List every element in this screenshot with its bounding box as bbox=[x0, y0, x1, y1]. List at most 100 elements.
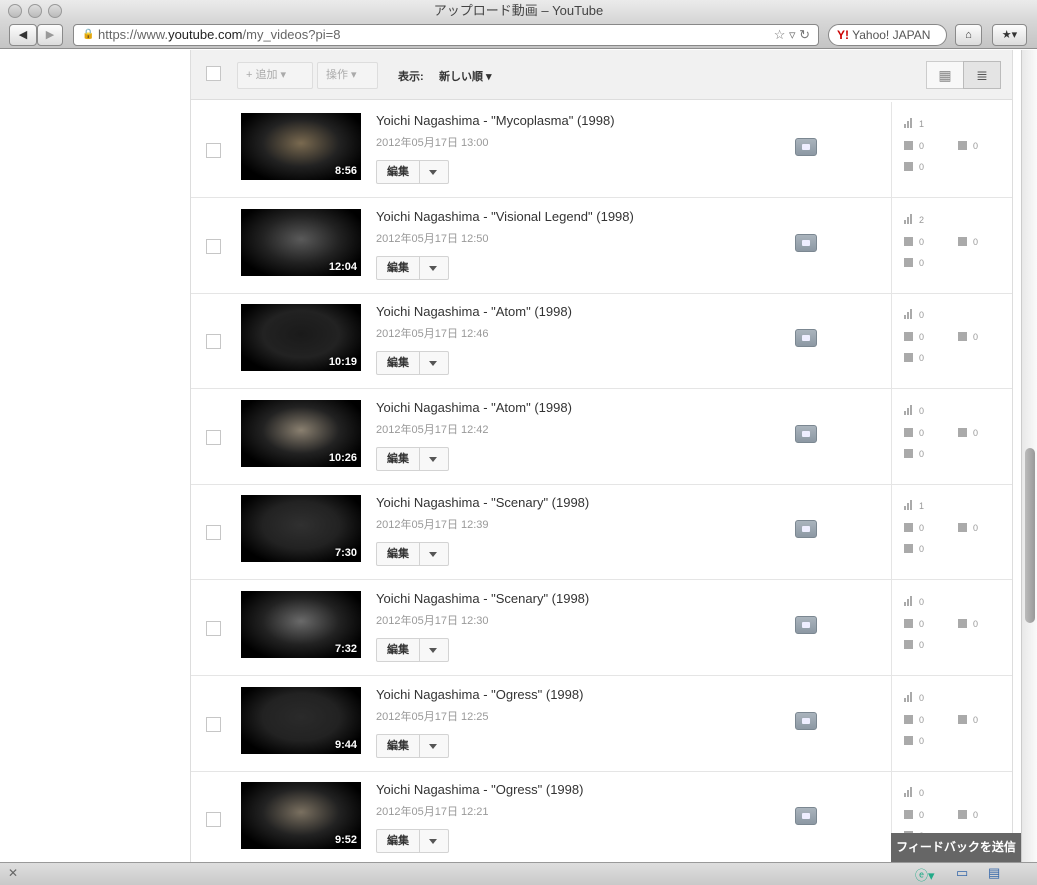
list-view-button[interactable]: ≣ bbox=[963, 61, 1001, 89]
video-thumbnail[interactable]: 9:52 bbox=[241, 782, 361, 850]
zoom-window-button[interactable] bbox=[48, 4, 62, 18]
forward-button[interactable]: ▶ bbox=[37, 24, 63, 46]
close-status-icon[interactable]: ✕ bbox=[8, 866, 18, 880]
video-row: 12:04 Yoichi Nagashima - "Visional Legen… bbox=[191, 197, 1012, 294]
video-title[interactable]: Yoichi Nagashima - "Mycoplasma" (1998) bbox=[376, 113, 615, 128]
video-title[interactable]: Yoichi Nagashima - "Ogress" (1998) bbox=[376, 687, 583, 702]
grid-view-button[interactable]: ▦ bbox=[926, 61, 964, 89]
comment-icon bbox=[904, 257, 913, 267]
edit-dropdown-icon[interactable] bbox=[429, 648, 437, 653]
video-title[interactable]: Yoichi Nagashima - "Ogress" (1998) bbox=[376, 782, 583, 797]
edit-dropdown-icon[interactable] bbox=[429, 743, 437, 749]
views-stat: 0 bbox=[904, 597, 924, 607]
views-stat: 0 bbox=[904, 693, 924, 703]
video-stats: 0 0 0 0 bbox=[891, 388, 1012, 484]
dislikes-stat: 0 bbox=[958, 619, 978, 629]
video-row: 10:19 Yoichi Nagashima - "Atom" (1998) 2… bbox=[191, 293, 1012, 390]
actions-label: 操作 bbox=[326, 69, 348, 81]
video-title[interactable]: Yoichi Nagashima - "Atom" (1998) bbox=[376, 400, 572, 415]
views-count: 0 bbox=[919, 692, 925, 703]
video-title[interactable]: Yoichi Nagashima - "Atom" (1998) bbox=[376, 304, 572, 319]
edit-dropdown-icon[interactable] bbox=[429, 552, 437, 558]
ie-tab-icon[interactable]: ⓔ▾ bbox=[915, 865, 935, 884]
comments-stat: 0 bbox=[904, 735, 924, 746]
likes-count: 0 bbox=[919, 236, 925, 247]
views-stat: 0 bbox=[904, 788, 924, 798]
edit-button[interactable]: 編集 bbox=[376, 638, 449, 662]
video-thumbnail[interactable]: 10:26 bbox=[241, 399, 361, 467]
sort-dropdown[interactable]: 新しい順 ▾ bbox=[439, 68, 492, 84]
video-thumbnail[interactable]: 8:56 bbox=[241, 113, 361, 180]
dislikes-count: 0 bbox=[973, 427, 979, 438]
feedback-button[interactable]: フィードバックを送信 bbox=[891, 833, 1021, 862]
likes-count: 0 bbox=[919, 141, 925, 151]
edit-button[interactable]: 編集 bbox=[376, 733, 449, 758]
url-domain: youtube.com bbox=[168, 27, 243, 42]
select-all-checkbox[interactable] bbox=[206, 66, 221, 81]
back-button[interactable]: ◀ bbox=[9, 24, 37, 46]
edit-dropdown-icon[interactable] bbox=[429, 839, 437, 845]
comments-count: 0 bbox=[919, 162, 925, 172]
monitor-icon[interactable]: ▭ bbox=[956, 865, 968, 881]
video-checkbox[interactable] bbox=[206, 621, 221, 636]
edit-button[interactable]: 編集 bbox=[376, 351, 449, 376]
edit-dropdown-icon[interactable] bbox=[429, 265, 437, 271]
video-thumbnail[interactable]: 10:19 bbox=[241, 304, 361, 372]
video-thumbnail[interactable]: 7:30 bbox=[241, 495, 361, 563]
video-duration: 9:44 bbox=[334, 738, 357, 751]
video-stats: 0 0 0 0 bbox=[891, 580, 1012, 675]
minimize-window-button[interactable] bbox=[28, 4, 42, 18]
sort-value: 新しい順 bbox=[439, 71, 483, 83]
video-duration: 7:30 bbox=[334, 547, 357, 560]
window-titlebar: アップロード動画 – YouTube bbox=[0, 0, 1037, 22]
bookmarks-button[interactable]: ★▾ bbox=[992, 24, 1027, 46]
dislikes-stat: 0 bbox=[958, 332, 978, 342]
video-thumbnail[interactable]: 9:44 bbox=[241, 686, 361, 754]
edit-dropdown-icon[interactable] bbox=[429, 170, 437, 175]
video-thumbnail[interactable]: 7:32 bbox=[241, 591, 361, 658]
video-title[interactable]: Yoichi Nagashima - "Visional Legend" (19… bbox=[376, 209, 634, 224]
video-checkbox[interactable] bbox=[206, 143, 221, 158]
edit-dropdown-icon[interactable] bbox=[429, 361, 437, 367]
edit-button[interactable]: 編集 bbox=[376, 542, 449, 567]
video-thumbnail[interactable]: 12:04 bbox=[241, 208, 361, 276]
video-checkbox[interactable] bbox=[206, 525, 221, 541]
actions-button[interactable]: 操作 ▾ bbox=[317, 62, 378, 89]
reload-icon[interactable]: ☆ ▿ ↻ bbox=[774, 25, 810, 45]
edit-dropdown-icon[interactable] bbox=[429, 456, 437, 462]
video-checkbox[interactable] bbox=[206, 334, 221, 350]
close-window-button[interactable] bbox=[8, 4, 22, 18]
edit-label: 編集 bbox=[377, 543, 420, 566]
views-count: 0 bbox=[919, 405, 925, 416]
dislikes-count: 0 bbox=[973, 523, 979, 534]
likes-stat: 0 bbox=[904, 523, 924, 533]
video-checkbox[interactable] bbox=[206, 716, 221, 732]
url-prefix: https://www. bbox=[98, 27, 169, 42]
privacy-lock-icon bbox=[795, 616, 817, 634]
window-title: アップロード動画 – YouTube bbox=[433, 3, 604, 18]
views-stat: 0 bbox=[904, 310, 924, 320]
privacy-lock-icon bbox=[795, 424, 817, 443]
video-title[interactable]: Yoichi Nagashima - "Scenary" (1998) bbox=[376, 495, 589, 510]
video-date: 2012年05月17日 12:42 bbox=[376, 423, 489, 436]
window-icon[interactable]: ▤ bbox=[988, 865, 1000, 881]
edit-button[interactable]: 編集 bbox=[376, 160, 449, 184]
video-checkbox[interactable] bbox=[206, 238, 221, 254]
comments-stat: 0 bbox=[904, 544, 924, 554]
privacy-lock-icon bbox=[795, 807, 817, 826]
edit-button[interactable]: 編集 bbox=[376, 829, 449, 854]
add-button[interactable]: + 追加 ▾ bbox=[237, 62, 313, 89]
home-button[interactable]: ⌂ bbox=[955, 24, 982, 46]
search-field[interactable]: Y! Yahoo! JAPAN bbox=[828, 24, 947, 46]
video-row: 8:56 Yoichi Nagashima - "Mycoplasma" (19… bbox=[191, 102, 1012, 198]
video-title[interactable]: Yoichi Nagashima - "Scenary" (1998) bbox=[376, 591, 589, 606]
edit-button[interactable]: 編集 bbox=[376, 255, 449, 280]
address-bar[interactable]: 🔒 https://www.youtube.com/my_videos?pi=8… bbox=[73, 24, 819, 46]
dislikes-stat: 0 bbox=[958, 427, 979, 438]
scrollbar-thumb[interactable] bbox=[1025, 448, 1035, 623]
video-checkbox[interactable] bbox=[206, 429, 221, 445]
video-checkbox[interactable] bbox=[206, 812, 221, 828]
edit-button[interactable]: 編集 bbox=[376, 446, 449, 471]
scrollbar[interactable] bbox=[1021, 50, 1037, 862]
video-duration: 8:56 bbox=[334, 165, 357, 177]
